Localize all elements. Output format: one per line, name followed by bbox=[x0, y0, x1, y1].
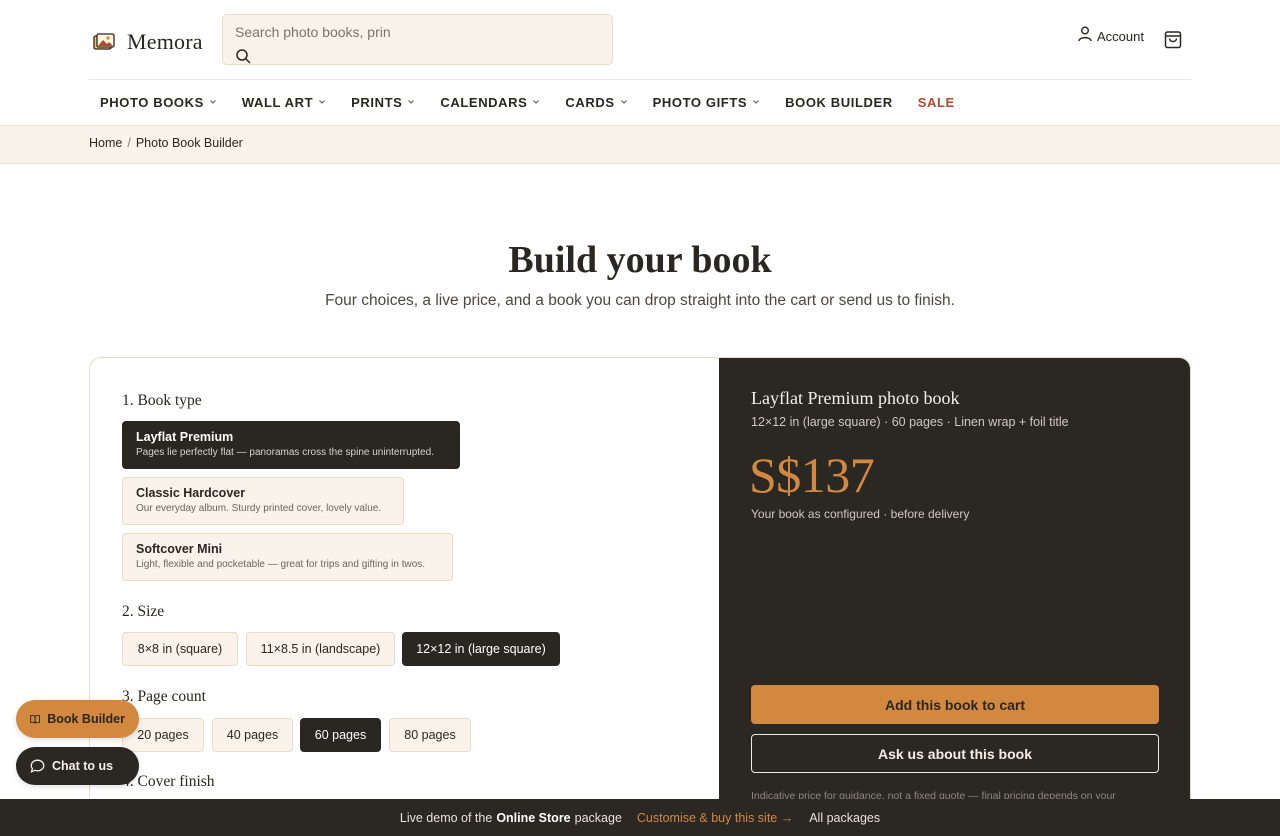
price-note: Your book as configured · before deliver… bbox=[751, 507, 970, 521]
option-name: Softcover Mini bbox=[136, 542, 223, 556]
book-builder-card: 1. Book type Layflat Premium Pages lie p… bbox=[89, 357, 1191, 827]
option-name: Layflat Premium bbox=[136, 430, 234, 444]
nav-wall-art[interactable]: WALL ART bbox=[242, 95, 326, 110]
ask-about-book-button[interactable]: Ask us about this book bbox=[751, 734, 1159, 773]
search-input[interactable] bbox=[235, 23, 595, 41]
book-type-option-softcover[interactable]: Softcover Mini Light, flexible and pocke… bbox=[122, 533, 453, 581]
book-type-option-layflat[interactable]: Layflat Premium Pages lie perfectly flat… bbox=[122, 421, 460, 469]
live-price: S$137 bbox=[749, 447, 875, 503]
breadcrumb-current: Photo Book Builder bbox=[135, 136, 243, 150]
breadcrumb-home[interactable]: Home bbox=[89, 136, 122, 150]
book-type-option-hardcover[interactable]: Classic Hardcover Our everyday album. St… bbox=[122, 477, 404, 525]
nav-sale[interactable]: SALE bbox=[918, 95, 955, 110]
chevron-down-icon bbox=[620, 100, 627, 104]
demo-package-name: Online Store bbox=[496, 810, 571, 825]
chevron-down-icon bbox=[209, 100, 216, 104]
nav-label: BOOK BUILDER bbox=[785, 94, 893, 110]
search-box bbox=[222, 14, 613, 65]
nav-label: CARDS bbox=[565, 94, 615, 110]
page-count-option-40[interactable]: 40 pages bbox=[212, 718, 293, 752]
account-link[interactable]: Account bbox=[1078, 26, 1144, 44]
site-header: Memora Account bbox=[89, 0, 1191, 80]
chevron-down-icon bbox=[753, 100, 760, 104]
nav-label: CALENDARS bbox=[440, 94, 528, 110]
step-size-title: 2. Size bbox=[122, 603, 165, 620]
page-subtitle: Four choices, a live price, and a book y… bbox=[325, 292, 955, 309]
summary-title: Layflat Premium photo book bbox=[751, 388, 960, 408]
nav-label: PRINTS bbox=[351, 94, 403, 110]
step-page-count-title: 3. Page count bbox=[122, 688, 206, 705]
chat-floating-button[interactable]: Chat to us bbox=[16, 747, 139, 785]
nav-prints[interactable]: PRINTS bbox=[351, 95, 415, 110]
page-count-option-80[interactable]: 80 pages bbox=[389, 718, 471, 752]
page-title: Build your book bbox=[508, 239, 772, 281]
customise-buy-link[interactable]: Customise & buy this site → bbox=[637, 811, 793, 825]
option-description: Our everyday album. Sturdy printed cover… bbox=[136, 503, 382, 514]
breadcrumb-separator: / bbox=[127, 136, 131, 150]
option-description: Pages lie perfectly flat — panoramas cro… bbox=[136, 447, 434, 458]
photo-album-icon bbox=[93, 33, 115, 50]
open-book-icon bbox=[30, 714, 40, 724]
account-label: Account bbox=[1097, 29, 1144, 44]
brand-logo[interactable]: Memora bbox=[93, 29, 203, 55]
size-option-12x12[interactable]: 12×12 in (large square) bbox=[402, 632, 560, 666]
breadcrumb: Home / Photo Book Builder bbox=[89, 136, 243, 150]
step-book-type-title: 1. Book type bbox=[122, 392, 202, 409]
book-builder-floating-button[interactable]: Book Builder bbox=[16, 700, 139, 738]
demo-bottom-bar: Live demo of the Online Store package Cu… bbox=[0, 799, 1280, 836]
nav-cards[interactable]: CARDS bbox=[565, 95, 627, 110]
nav-label: WALL ART bbox=[241, 94, 314, 110]
breadcrumb-bar: Home / Photo Book Builder bbox=[0, 125, 1280, 164]
brand-name: Memora bbox=[127, 29, 203, 54]
book-builder-label: Book Builder bbox=[47, 712, 125, 726]
nav-calendars[interactable]: CALENDARS bbox=[440, 95, 540, 110]
shopping-bag-icon[interactable] bbox=[1164, 30, 1182, 49]
nav-book-builder[interactable]: BOOK BUILDER bbox=[785, 95, 893, 110]
user-icon bbox=[1078, 26, 1092, 41]
option-name: Classic Hardcover bbox=[136, 486, 246, 500]
builder-options: 1. Book type Layflat Premium Pages lie p… bbox=[90, 358, 719, 826]
nav-label: PHOTO BOOKS bbox=[100, 94, 204, 110]
add-to-cart-button[interactable]: Add this book to cart bbox=[751, 685, 1159, 724]
chevron-down-icon bbox=[533, 100, 540, 104]
option-description: Light, flexible and pocketable — great f… bbox=[136, 559, 426, 570]
size-option-8x8[interactable]: 8×8 in (square) bbox=[122, 632, 238, 666]
chevron-down-icon bbox=[408, 100, 415, 104]
main-nav: PHOTO BOOKS WALL ART PRINTS CALENDARS CA… bbox=[100, 92, 980, 112]
nav-photo-gifts[interactable]: PHOTO GIFTS bbox=[653, 95, 760, 110]
all-packages-link[interactable]: All packages bbox=[809, 811, 880, 825]
search-icon[interactable] bbox=[235, 48, 251, 64]
nav-label: PHOTO GIFTS bbox=[652, 94, 748, 110]
price-summary-panel: Layflat Premium photo book 12×12 in (lar… bbox=[719, 358, 1190, 826]
nav-photo-books[interactable]: PHOTO BOOKS bbox=[100, 95, 217, 110]
chat-bubble-icon bbox=[30, 759, 45, 773]
demo-text-pre: Live demo of the bbox=[399, 810, 493, 825]
page-count-option-60[interactable]: 60 pages bbox=[300, 718, 381, 752]
demo-text-post: package bbox=[574, 810, 622, 825]
size-option-11x8-5[interactable]: 11×8.5 in (landscape) bbox=[246, 632, 395, 666]
chevron-down-icon bbox=[319, 100, 326, 104]
chat-label: Chat to us bbox=[52, 759, 114, 773]
nav-label: SALE bbox=[917, 94, 955, 110]
summary-spec: 12×12 in (large square) · 60 pages · Lin… bbox=[751, 415, 1069, 429]
